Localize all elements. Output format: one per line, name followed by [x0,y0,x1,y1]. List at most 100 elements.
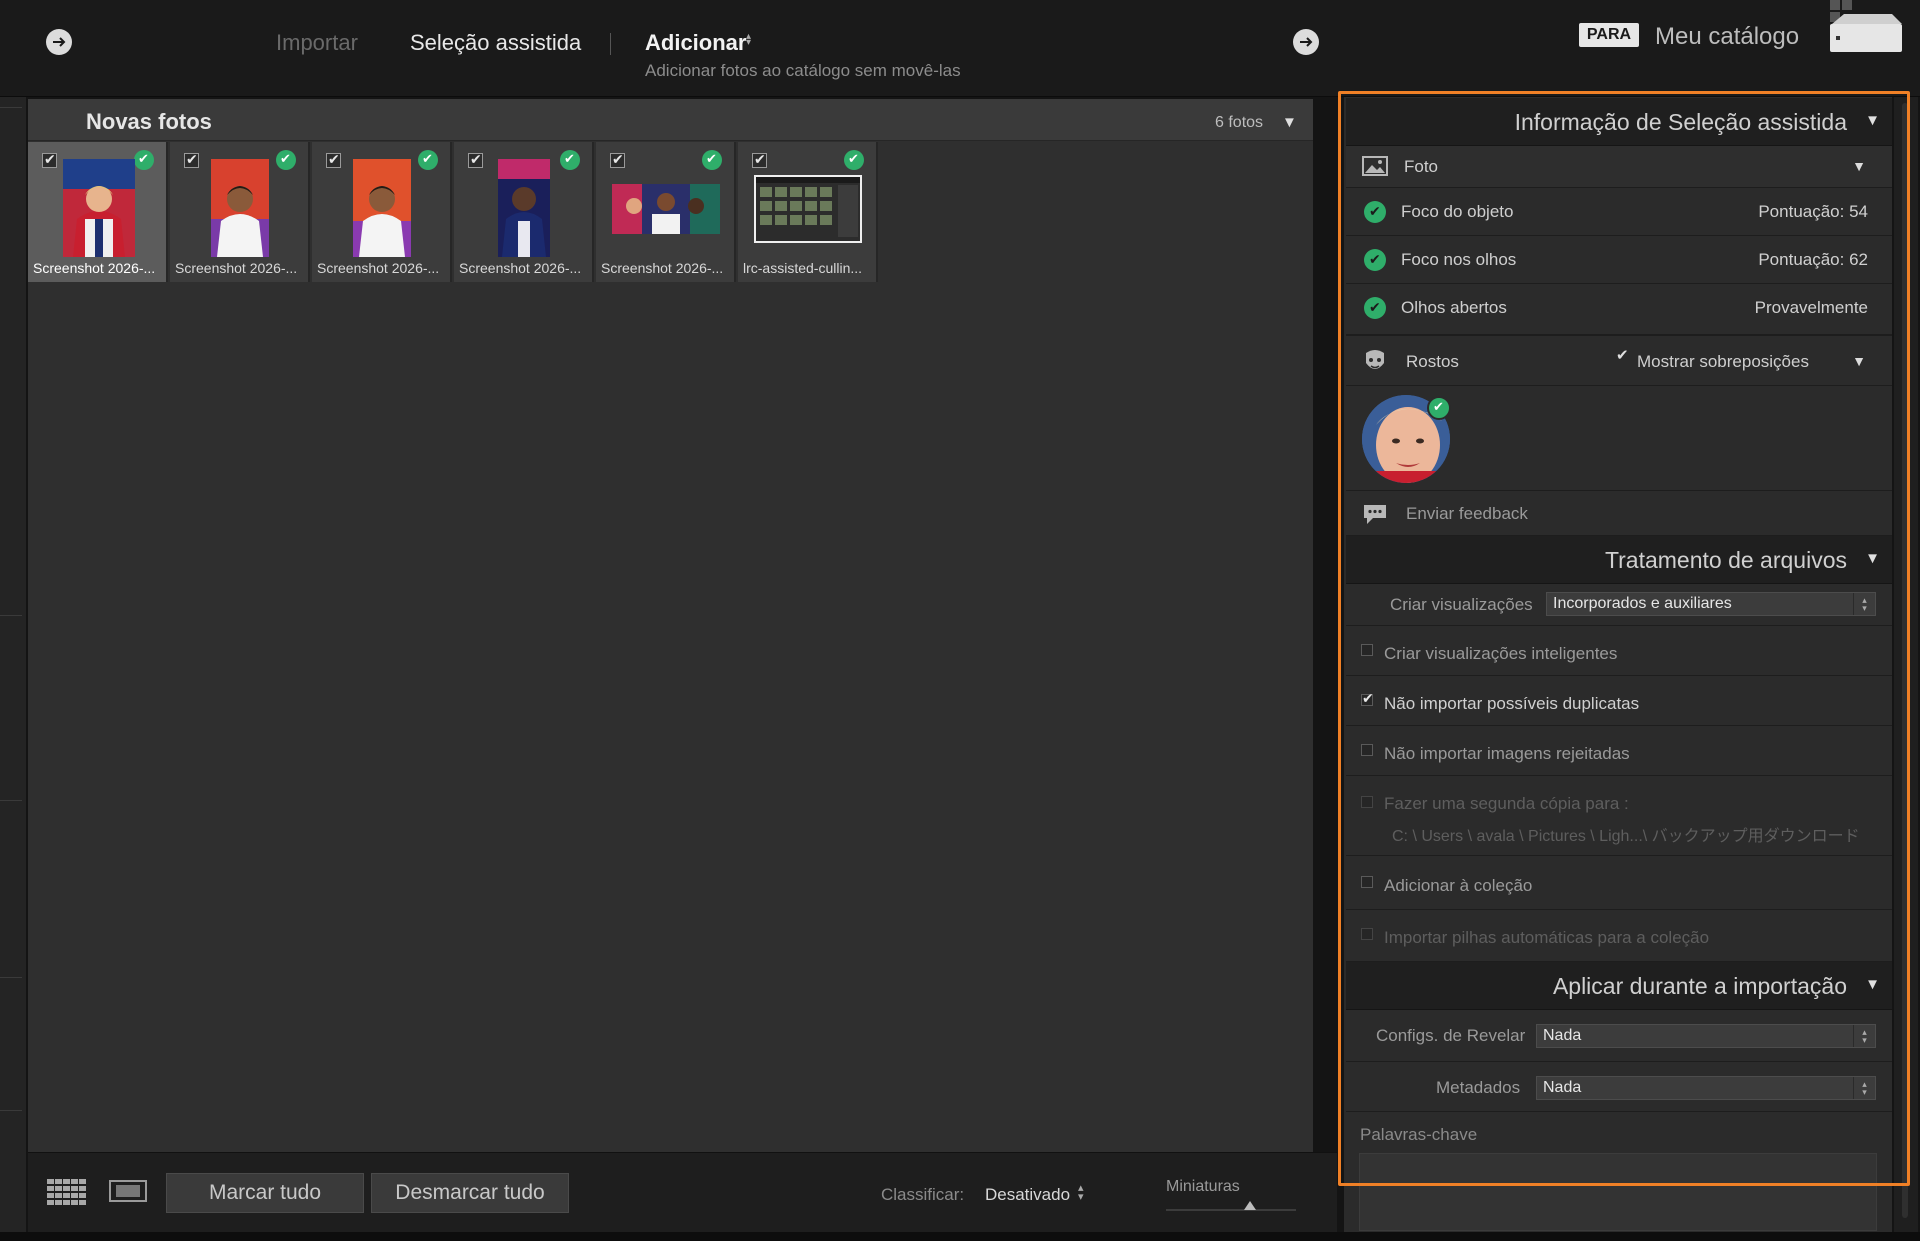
photo-thumbnail[interactable]: Screenshot 2026-... [596,142,736,282]
catalog-drive-icon[interactable] [1826,0,1906,63]
no-duplicates-row[interactable]: Não importar possíveis duplicatas [1346,676,1892,726]
include-checkbox[interactable] [326,151,341,168]
uncheck-all-button[interactable]: Desmarcar tudo [371,1173,569,1213]
develop-settings-row: Configs. de Revelar Nada ▴ ▾ [1346,1010,1892,1062]
sort-select[interactable]: Desativado [985,1185,1070,1205]
photo-preview [353,159,411,257]
include-checkbox[interactable] [752,151,767,168]
collapse-triangle-icon[interactable]: ▼ [1282,114,1297,131]
bottom-edge [0,1232,1920,1241]
to-badge: PARA [1579,23,1639,47]
mode-add-caret-icon[interactable]: ▴ ▾ [746,32,751,48]
check-all-button[interactable]: Marcar tudo [166,1173,364,1213]
second-copy-row[interactable]: Fazer uma segunda cópia para : C: \ User… [1346,776,1892,856]
thumbnail-size-slider-knob[interactable] [1244,1201,1256,1210]
mode-assisted-culling[interactable]: Seleção assistida [410,30,581,56]
include-checkbox[interactable] [184,151,199,168]
include-checkbox[interactable] [42,151,57,168]
faces-label: Rostos [1406,352,1459,371]
smart-previews-row[interactable]: Criar visualizações inteligentes [1346,626,1892,676]
include-checkbox[interactable] [468,151,483,168]
photo-thumbnail[interactable]: Screenshot 2026-... [170,142,310,282]
second-copy-checkbox[interactable] [1361,796,1373,808]
culling-ok-icon [560,150,580,170]
photo-preview [211,159,269,257]
add-to-collection-checkbox[interactable] [1361,876,1373,888]
right-panel-scrollbar[interactable] [1894,97,1918,1232]
thumbnail-filename: Screenshot 2026-... [459,260,582,276]
mode-add[interactable]: Adicionar [645,30,746,56]
culling-ok-icon [134,150,154,170]
grid-view-icon[interactable] [47,1179,87,1210]
strip-divider [0,800,22,801]
source-arrow-icon[interactable] [46,29,72,55]
second-copy-label[interactable]: Fazer uma segunda cópia para : [1384,794,1629,814]
metadata-label: Metadados [1436,1078,1521,1097]
destination-arrow-icon[interactable] [1293,29,1319,55]
send-feedback-link[interactable]: Enviar feedback [1406,504,1528,524]
collapse-triangle-icon[interactable]: ▼ [1865,976,1880,993]
photo-preview [612,184,720,234]
photo-thumbnail[interactable]: Screenshot 2026-... [28,142,168,282]
keywords-input[interactable] [1359,1153,1877,1231]
collapse-triangle-icon[interactable]: ▼ [1852,353,1866,369]
mode-divider [610,33,611,55]
mode-import[interactable]: Importar [276,30,358,56]
no-duplicates-checkbox[interactable] [1361,690,1374,707]
smart-previews-checkbox[interactable] [1361,644,1373,656]
loupe-view-icon[interactable] [109,1180,147,1202]
send-feedback-row[interactable]: Enviar feedback [1346,490,1892,536]
thumbnail-size-slider[interactable] [1166,1209,1296,1211]
photo-thumbnail[interactable]: Screenshot 2026-... [454,142,594,282]
show-overlays-check-icon[interactable]: ✔ [1616,346,1629,364]
metadata-select[interactable]: Nada ▴ ▾ [1536,1076,1876,1100]
thumbnail-filename: lrc-assisted-cullin... [743,260,863,276]
strip-divider [0,977,22,978]
second-copy-path: C: \ Users \ avala \ Pictures \ Ligh...\… [1392,828,1860,845]
sort-caret-icon[interactable]: ▴ ▾ [1078,1183,1084,1203]
apply-during-import-header[interactable]: Aplicar durante a importação ▼ [1346,962,1892,1010]
catalog-name: Meu catálogo [1655,23,1800,50]
photo-thumbnail[interactable]: lrc-assisted-cullin... [738,142,878,282]
auto-stacks-row[interactable]: Importar pilhas automáticas para a coleç… [1346,910,1892,962]
add-to-collection-label[interactable]: Adicionar à coleção [1384,876,1532,896]
scrollbar-thumb[interactable] [1902,103,1908,1218]
select-arrows-icon[interactable]: ▴ ▾ [1853,593,1875,615]
eye-focus-score: Pontuação: 62 [1758,250,1868,269]
strip-divider [0,615,22,616]
auto-stacks-checkbox[interactable] [1361,928,1373,940]
develop-settings-select[interactable]: Nada ▴ ▾ [1536,1024,1876,1048]
thumbnail-filename: Screenshot 2026-... [175,260,298,276]
culling-info-header[interactable]: Informação de Seleção assistida ▼ [1346,98,1892,146]
build-previews-select[interactable]: Incorporados e auxiliares ▴ ▾ [1546,592,1876,616]
collapse-triangle-icon[interactable]: ▼ [1852,158,1866,174]
sort-label: Classificar: [881,1185,965,1204]
show-overlays-label[interactable]: Mostrar sobreposições [1637,352,1809,372]
photo-subsection-row[interactable]: Foto ▼ [1346,146,1892,188]
include-checkbox[interactable] [610,151,625,168]
no-duplicates-label[interactable]: Não importar possíveis duplicatas [1384,694,1639,714]
face-icon [1362,349,1388,378]
metadata-row: Metadados Nada ▴ ▾ [1346,1062,1892,1112]
collapse-triangle-icon[interactable]: ▼ [1865,550,1880,567]
strip-divider [0,1110,22,1111]
select-arrows-icon[interactable]: ▴ ▾ [1853,1077,1875,1099]
auto-stacks-label[interactable]: Importar pilhas automáticas para a coleç… [1384,928,1709,948]
face-ok-icon [1427,396,1451,420]
faces-row[interactable]: Rostos ✔ Mostrar sobreposições ▼ [1346,336,1892,386]
no-rejected-row[interactable]: Não importar imagens rejeitadas [1346,726,1892,776]
select-value: Incorporados e auxiliares [1553,595,1732,612]
smart-previews-label[interactable]: Criar visualizações inteligentes [1384,644,1617,664]
add-to-collection-row[interactable]: Adicionar à coleção [1346,856,1892,910]
grid-header[interactable]: Novas fotos 6 fotos ▼ [28,99,1313,141]
no-rejected-checkbox[interactable] [1361,744,1373,756]
no-rejected-label[interactable]: Não importar imagens rejeitadas [1384,744,1630,764]
section-title: Informação de Seleção assistida [1514,109,1847,135]
select-arrows-icon[interactable]: ▴ ▾ [1853,1025,1875,1047]
culling-ok-icon [418,150,438,170]
file-handling-header[interactable]: Tratamento de arquivos ▼ [1346,536,1892,584]
photo-thumbnail[interactable]: Screenshot 2026-... [312,142,452,282]
grid-title: Novas fotos [86,109,212,134]
thumbnail-size-label: Miniaturas [1166,1178,1240,1195]
collapse-triangle-icon[interactable]: ▼ [1865,112,1880,129]
